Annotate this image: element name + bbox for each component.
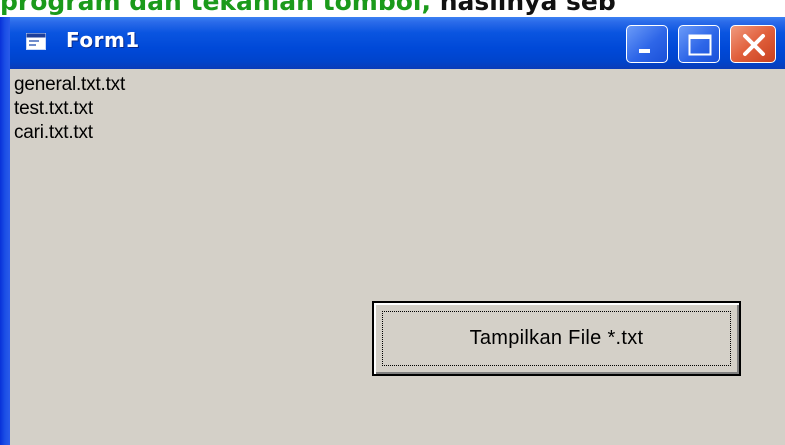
document-caption-green: program dan tekanlah tombol, (0, 0, 431, 16)
title-bar[interactable]: Form1 (0, 17, 785, 69)
window-title: Form1 (66, 28, 140, 52)
form1-window: Form1 general.txt.txt test.txt.txt cari.… (0, 17, 785, 445)
document-caption: program dan tekanlah tombol, hasilnya se… (0, 0, 785, 16)
show-txt-files-button[interactable]: Tampilkan File *.txt (372, 301, 741, 376)
form-client-area: general.txt.txt test.txt.txt cari.txt.tx… (10, 69, 785, 445)
form-icon (26, 33, 46, 50)
file-list: general.txt.txt test.txt.txt cari.txt.tx… (14, 73, 125, 145)
file-item: test.txt.txt (14, 98, 93, 119)
window-left-border (0, 17, 10, 445)
button-focus-rect: Tampilkan File *.txt (382, 311, 731, 366)
document-caption-black: hasilnya seb (430, 0, 616, 16)
minimize-button[interactable] (626, 25, 668, 63)
maximize-button[interactable] (678, 25, 720, 63)
minimize-icon (639, 49, 650, 53)
show-txt-files-button-label: Tampilkan File *.txt (469, 327, 644, 349)
file-item: cari.txt.txt (14, 122, 93, 143)
file-item: general.txt.txt (14, 74, 126, 95)
close-button[interactable] (730, 25, 776, 63)
close-icon (743, 34, 765, 56)
maximize-icon (688, 34, 712, 56)
